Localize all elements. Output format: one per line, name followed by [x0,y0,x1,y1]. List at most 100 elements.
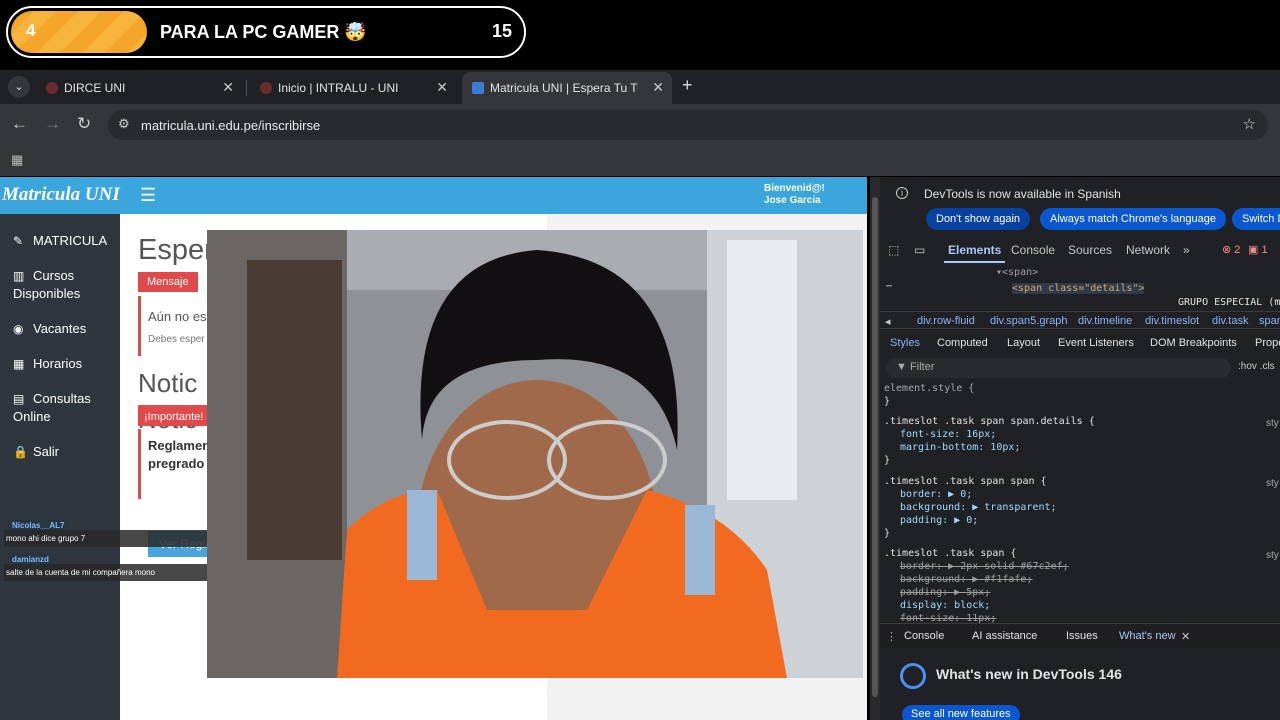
dom-ellipsis-icon[interactable]: ⋯ [886,281,892,292]
noticias-heading: Notic [138,368,198,398]
tab-sources[interactable]: Sources [1068,243,1112,257]
breadcrumb-item[interactable]: div.timeslot [1145,315,1199,327]
bookmark-star-icon[interactable]: ☆ [1243,115,1256,133]
eye-icon: ◉ [13,322,24,336]
hov-cls-toggle[interactable]: :hov .cls [1238,361,1275,372]
tab-title: Matricula UNI | Espera Tu Turno [490,81,638,95]
tab-intralu[interactable]: Inicio | INTRALU - UNI ✕ [250,72,456,104]
mensaje-subtext: Debes esper [148,334,205,345]
chat-icon: ▤ [13,392,25,406]
breadcrumb-item[interactable]: span [1259,315,1280,327]
site-sidebar: ✎ MATRICULA ▥ Cursos Disponibles ◉ Vacantes… [0,214,120,720]
css-rule-span-span[interactable]: .timeslot .task span span { border: ▶ 0;… [884,475,1057,540]
mensaje-label: Mensaje [138,272,198,292]
css-rule-details[interactable]: .timeslot .task span span.details { font… [884,415,1095,467]
tab-console[interactable]: Console [1011,243,1055,257]
subtab-dom-breakpoints[interactable]: DOM Breakpoints [1150,337,1237,349]
see-all-features-button[interactable]: See all new features [902,705,1020,720]
tab-network[interactable]: Network [1126,243,1170,257]
chat-message-2: damianzd salte de la cuenta de mi compañ… [4,553,318,581]
close-tab-icon[interactable]: ✕ [652,79,664,96]
site-info-icon[interactable]: ⚙ [118,116,130,132]
drawer-tab-ai-assistance[interactable]: AI assistance [972,630,1037,642]
omnibox[interactable]: ⚙ matricula.uni.edu.pe/inscribirse ☆ [108,110,1268,140]
welcome-greeting: Bienvenid@! [764,183,825,194]
site-logo[interactable]: Matricula UNI [2,184,120,206]
tab-dirce[interactable]: DIRCE UNI ✕ [36,72,242,104]
devtools-panel: i DevTools is now available in Spanish D… [870,177,1280,720]
subtab-computed[interactable]: Computed [937,337,988,349]
subtab-properties[interactable]: Properties [1255,337,1280,349]
close-tab-icon[interactable]: ✕ [436,79,448,96]
dont-show-again-button[interactable]: Don't show again [926,208,1031,230]
dom-text-node[interactable]: GRUPO ESPECIAL (m [1178,297,1280,308]
subtab-styles[interactable]: Styles [890,337,920,349]
inspect-element-icon[interactable]: ⬚ [888,243,899,257]
stylesheet-link[interactable]: sty [1266,478,1279,489]
tab-title: Inicio | INTRALU - UNI [278,81,399,95]
issue-count[interactable]: ▣ 1 [1248,243,1268,256]
drawer-tab-issues[interactable]: Issues [1066,630,1098,642]
subtab-layout[interactable]: Layout [1007,337,1040,349]
breadcrumb-item[interactable]: div.task [1212,315,1248,327]
tab-elements[interactable]: Elements [943,243,1006,263]
sidebar-item-horarios[interactable]: ▦ Horarios [13,355,82,373]
error-count[interactable]: ⊗ 2 [1222,243,1240,256]
page-scrollbar[interactable] [870,177,880,720]
stream-goal-overlay: 4 PARA LA PC GAMER 🤯 15 [6,6,526,58]
sidebar-item-consultas[interactable]: ▤ Consultas Online [13,390,113,426]
tab-search-icon[interactable]: ⌄ [8,76,30,98]
welcome-username: Jose Garcia [764,195,821,206]
forward-icon[interactable]: → [44,114,61,134]
language-banner-text: DevTools is now available in Spanish [924,187,1121,201]
close-drawer-tab-icon[interactable]: ✕ [1181,630,1190,643]
goal-current-number: 4 [26,21,36,40]
devtools-drawer-tabs: ⋮ Console AI assistance Issues What's ne… [880,623,1280,647]
sidebar-item-vacantes[interactable]: ◉ Vacantes [13,320,86,338]
bookmarks-bar: ▦ [0,146,1280,176]
url-text[interactable]: matricula.uni.edu.pe/inscribirse [141,118,320,133]
breadcrumb-item[interactable]: div.span5.graph [990,315,1067,327]
sidebar-item-matricula[interactable]: ✎ MATRICULA [13,232,107,250]
back-icon[interactable]: ← [11,114,28,134]
drawer-tab-whats-new[interactable]: What's new [1119,630,1176,642]
whats-new-title: What's new in DevTools 146 [936,666,1122,682]
menu-hamburger-icon[interactable]: ☰ [140,185,156,206]
breadcrumb-item[interactable]: div.timeline [1078,315,1132,327]
stylesheet-link[interactable]: sty [1266,550,1279,561]
chat-message-1: Nicolas__AL7 mono ahi dice grupo 7 [4,519,318,547]
drawer-tab-console[interactable]: Console [904,630,944,642]
css-rule-element-style[interactable]: element.style { } [884,382,974,408]
sidebar-item-label: MATRICULA [33,233,108,248]
site-header: Matricula UNI ☰ Bienvenid@! Jose Garcia [0,177,867,214]
more-tabs-icon[interactable]: » [1183,243,1190,257]
subtab-event-listeners[interactable]: Event Listeners [1058,337,1134,349]
tab-title: DIRCE UNI [64,81,126,95]
sidebar-item-label: Horarios [33,356,83,371]
device-toggle-icon[interactable]: ▭ [914,243,925,257]
drawer-menu-icon[interactable]: ⋮ [886,630,897,643]
reglamento-line1: Reglamen [148,438,211,453]
close-tab-icon[interactable]: ✕ [222,79,234,96]
new-tab-icon[interactable]: + [682,75,693,96]
dom-node-span[interactable]: ▾<span> [996,267,1038,278]
pencil-icon: ✎ [13,234,24,248]
breadcrumb-left-icon[interactable]: ◂ [885,315,891,328]
sidebar-item-salir[interactable]: 🔒 Salir [13,443,59,461]
mensaje-text: Aún no es [148,309,207,324]
reload-icon[interactable]: ↻ [77,114,91,134]
stylesheet-link[interactable]: sty [1266,418,1279,429]
match-language-button[interactable]: Always match Chrome's language [1040,208,1226,230]
sidebar-item-cursos[interactable]: ▥ Cursos Disponibles [13,267,113,303]
filter-placeholder: Filter [909,361,935,373]
dom-node-details[interactable]: <span class="details"> [1012,283,1145,294]
switch-language-button[interactable]: Switch DevTools to Spanish [1232,208,1280,230]
welcome-user[interactable]: Bienvenid@! Jose Garcia [764,183,825,207]
breadcrumb-item[interactable]: div.row-fluid [917,315,975,327]
uni-favicon-icon [46,82,58,94]
styles-filter-input[interactable]: ▼ Filter [886,358,1231,378]
css-rule-span[interactable]: .timeslot .task span { border: ▶ 2px sol… [884,547,1069,625]
tab-matricula[interactable]: Matricula UNI | Espera Tu Turno ✕ [462,72,672,104]
uni-favicon-icon [260,82,272,94]
apps-grid-icon[interactable]: ▦ [11,152,23,168]
